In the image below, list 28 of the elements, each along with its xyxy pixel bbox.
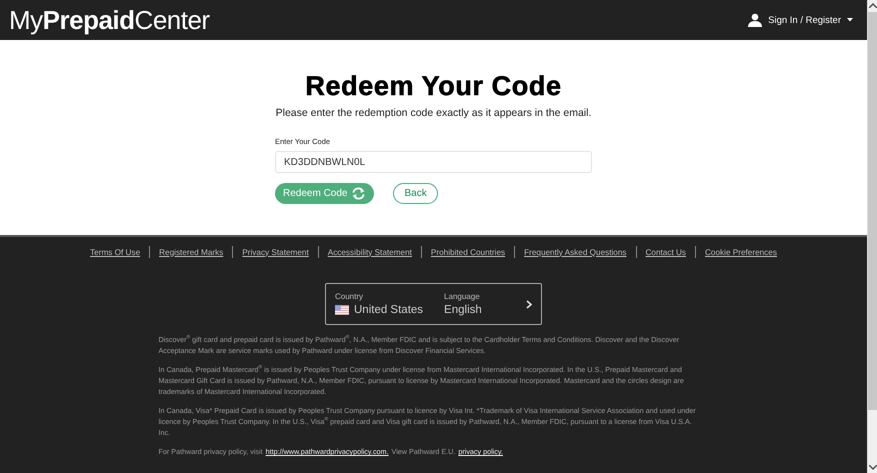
user-icon — [748, 13, 762, 27]
language-value: English — [444, 304, 482, 316]
footer-link[interactable]: Privacy Statement — [242, 248, 309, 256]
locale-selector[interactable]: Country United States Language English — [325, 283, 542, 325]
back-button[interactable]: Back — [393, 183, 438, 204]
footer-link[interactable]: Cookie Preferences — [705, 248, 777, 256]
caret-icon — [847, 18, 853, 22]
page-title: Redeem Your Code — [305, 70, 562, 102]
language-label: Language — [444, 292, 480, 301]
footer-link[interactable]: Terms Of Use — [90, 248, 140, 256]
sign-in-menu[interactable]: Sign In / Register — [748, 13, 853, 27]
footer-link[interactable]: Registered Marks — [159, 248, 224, 256]
code-field[interactable]: KD3DDNBWLN0L — [275, 151, 592, 173]
flag-icon — [335, 305, 349, 315]
chevron-right-icon — [526, 300, 532, 308]
scrollbar-thumb[interactable] — [868, 12, 877, 410]
logo[interactable]: MyPrepaidCenter — [9, 5, 210, 35]
scrollbar[interactable] — [867, 0, 877, 473]
footer-link[interactable]: Contact Us — [646, 248, 686, 256]
scroll-up-icon[interactable] — [868, 3, 876, 8]
refresh-icon — [351, 187, 366, 200]
country-value: United States — [354, 304, 424, 316]
country-label: Country — [335, 292, 364, 301]
footer-link[interactable]: Frequently Asked Questions — [524, 248, 627, 256]
instructions: Please enter the redemption code exactly as it appears in the email. — [276, 107, 592, 119]
footer-link[interactable]: Prohibited Countries — [430, 248, 506, 256]
scroll-down-icon[interactable] — [868, 465, 876, 470]
footer-link[interactable]: Accessibility Statement — [328, 248, 412, 256]
